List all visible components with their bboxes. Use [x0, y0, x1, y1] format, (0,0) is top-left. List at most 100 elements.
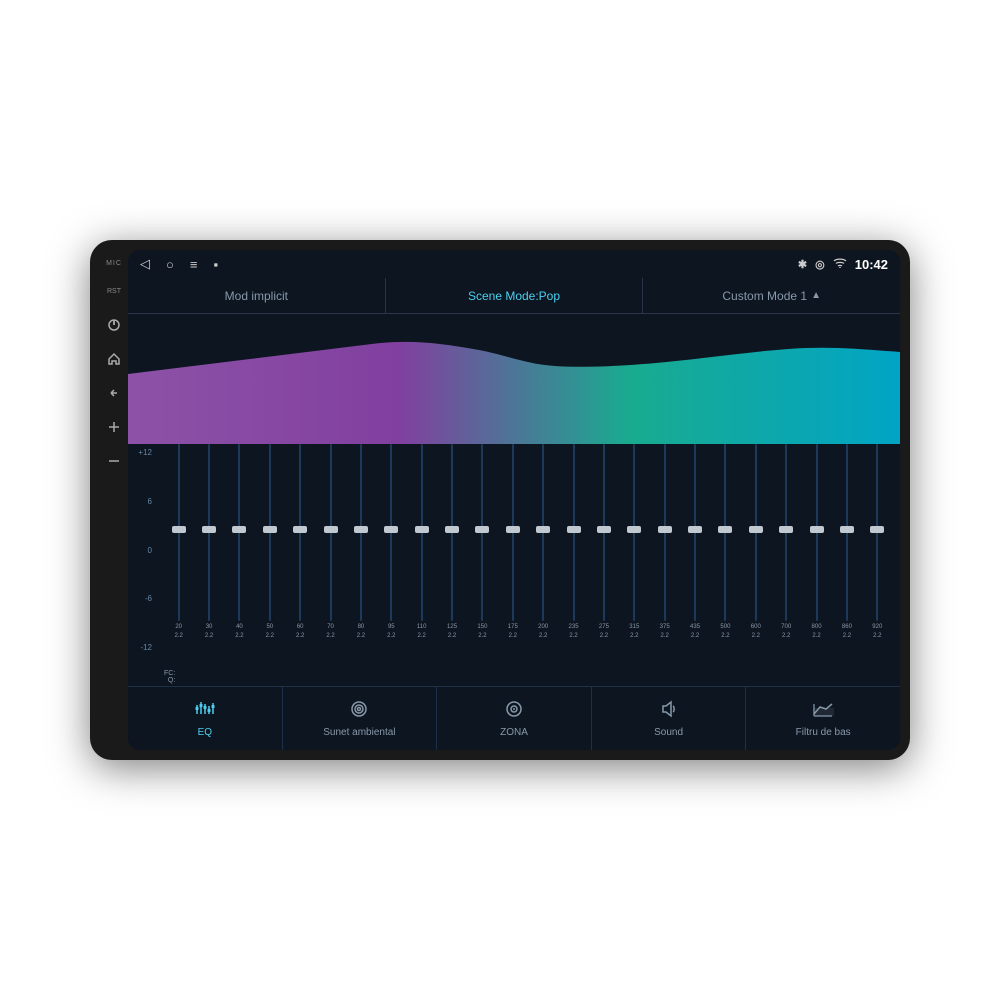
rst-label: RST — [104, 281, 124, 301]
freq-fc-315: 3152.2 — [629, 623, 639, 640]
fader-col-435[interactable]: 4352.2 — [680, 444, 709, 640]
tab-eq-label: EQ — [198, 727, 212, 738]
fc-row-header: FC:Q: — [164, 670, 177, 684]
fader-thumb-150[interactable] — [475, 526, 489, 533]
mode-implicit[interactable]: Mod implicit — [128, 278, 386, 313]
tab-filtru-label: Filtru de bas — [796, 727, 851, 738]
freq-fc-30: 302.2 — [205, 623, 213, 640]
screen: ◁ ○ ≡ ▪ ✱ ◎ 10:42 — [128, 250, 900, 750]
fader-thumb-125[interactable] — [445, 526, 459, 533]
fader-thumb-50[interactable] — [263, 526, 277, 533]
home-nav-icon[interactable]: ○ — [166, 257, 174, 272]
filtru-icon — [812, 700, 834, 723]
fader-col-110[interactable]: 1102.2 — [407, 444, 436, 640]
mic-label: MIC — [106, 260, 122, 267]
fader-col-125[interactable]: 1252.2 — [437, 444, 466, 640]
fader-thumb-700[interactable] — [779, 526, 793, 533]
freq-fc-175: 1752.2 — [508, 623, 518, 640]
fader-thumb-40[interactable] — [232, 526, 246, 533]
freq-fc-20: 202.2 — [175, 623, 183, 640]
fader-thumb-80[interactable] — [354, 526, 368, 533]
fader-col-200[interactable]: 2002.2 — [529, 444, 558, 640]
scale-0: 0 — [148, 546, 152, 555]
fader-col-920[interactable]: 9202.2 — [863, 444, 892, 640]
volume-up-button[interactable] — [104, 417, 124, 437]
fader-col-20[interactable]: 202.2 — [164, 444, 193, 640]
zona-icon — [503, 700, 525, 723]
recent-nav-icon[interactable]: ▪ — [213, 257, 218, 272]
fader-col-60[interactable]: 602.2 — [286, 444, 315, 640]
volume-down-button[interactable] — [104, 451, 124, 471]
fader-track-80 — [360, 444, 362, 621]
fader-track-30 — [208, 444, 210, 621]
fader-col-95[interactable]: 952.2 — [377, 444, 406, 640]
power-button[interactable] — [104, 315, 124, 335]
fader-thumb-435[interactable] — [688, 526, 702, 533]
scale-plus12: +12 — [138, 448, 152, 457]
fader-col-235[interactable]: 2352.2 — [559, 444, 588, 640]
freq-fc-800: 8002.2 — [812, 623, 822, 640]
fader-col-175[interactable]: 1752.2 — [498, 444, 527, 640]
fader-thumb-920[interactable] — [870, 526, 884, 533]
menu-nav-icon[interactable]: ≡ — [190, 257, 198, 272]
fader-thumb-275[interactable] — [597, 526, 611, 533]
freq-fc-200: 2002.2 — [538, 623, 548, 640]
back-nav-icon[interactable]: ◁ — [140, 256, 150, 272]
fader-thumb-200[interactable] — [536, 526, 550, 533]
freq-fc-860: 8602.2 — [842, 623, 852, 640]
tab-sunet[interactable]: Sunet ambiental — [283, 687, 438, 750]
fader-col-315[interactable]: 3152.2 — [620, 444, 649, 640]
tab-filtru[interactable]: Filtru de bas — [746, 687, 900, 750]
tab-eq[interactable]: EQ — [128, 687, 283, 750]
fader-col-800[interactable]: 8002.2 — [802, 444, 831, 640]
status-right: ✱ ◎ 10:42 — [798, 257, 888, 272]
wifi-icon — [833, 258, 847, 271]
scale-6: 6 — [148, 497, 152, 506]
fader-col-40[interactable]: 402.2 — [225, 444, 254, 640]
fader-thumb-175[interactable] — [506, 526, 520, 533]
fader-col-30[interactable]: 302.2 — [194, 444, 223, 640]
fader-thumb-235[interactable] — [567, 526, 581, 533]
fader-thumb-375[interactable] — [658, 526, 672, 533]
home-button[interactable] — [104, 349, 124, 369]
fader-col-860[interactable]: 8602.2 — [832, 444, 861, 640]
fader-thumb-500[interactable] — [718, 526, 732, 533]
fader-thumb-70[interactable] — [324, 526, 338, 533]
freq-fc-150: 1502.2 — [477, 623, 487, 640]
bottom-nav: EQ Sunet ambiental — [128, 686, 900, 750]
fader-thumb-600[interactable] — [749, 526, 763, 533]
fader-col-600[interactable]: 6002.2 — [741, 444, 770, 640]
fader-col-50[interactable]: 502.2 — [255, 444, 284, 640]
fader-col-500[interactable]: 5002.2 — [711, 444, 740, 640]
fader-thumb-315[interactable] — [627, 526, 641, 533]
freq-fc-920: 9202.2 — [872, 623, 882, 640]
tab-sound[interactable]: Sound — [592, 687, 747, 750]
eq-wave-svg — [128, 314, 900, 444]
fader-col-80[interactable]: 802.2 — [346, 444, 375, 640]
fader-col-375[interactable]: 3752.2 — [650, 444, 679, 640]
faders-container: 202.2 302.2 402.2502.2 602.2 702.2 802.2952.2… — [164, 444, 892, 670]
fader-thumb-800[interactable] — [810, 526, 824, 533]
fader-track-70 — [330, 444, 332, 621]
fader-thumb-860[interactable] — [840, 526, 854, 533]
fader-thumb-20[interactable] — [172, 526, 186, 533]
freq-fc-70: 702.2 — [326, 623, 334, 640]
fader-track-315 — [633, 444, 635, 621]
fader-thumb-30[interactable] — [202, 526, 216, 533]
fader-col-150[interactable]: 1502.2 — [468, 444, 497, 640]
fader-col-275[interactable]: 2752.2 — [589, 444, 618, 640]
mode-scene[interactable]: Scene Mode:Pop — [386, 278, 644, 313]
fader-track-800 — [816, 444, 818, 621]
side-controls: MIC RST — [100, 250, 128, 750]
fader-thumb-95[interactable] — [384, 526, 398, 533]
mode-custom[interactable]: Custom Mode 1 ▲ — [643, 278, 900, 313]
fader-thumb-60[interactable] — [293, 526, 307, 533]
back-button[interactable] — [104, 383, 124, 403]
fader-col-70[interactable]: 702.2 — [316, 444, 345, 640]
fader-track-600 — [755, 444, 757, 621]
tab-zona[interactable]: ZONA — [437, 687, 592, 750]
fader-col-700[interactable]: 7002.2 — [772, 444, 801, 640]
freq-fc-60: 602.2 — [296, 623, 304, 640]
fader-thumb-110[interactable] — [415, 526, 429, 533]
fader-track-200 — [542, 444, 544, 621]
